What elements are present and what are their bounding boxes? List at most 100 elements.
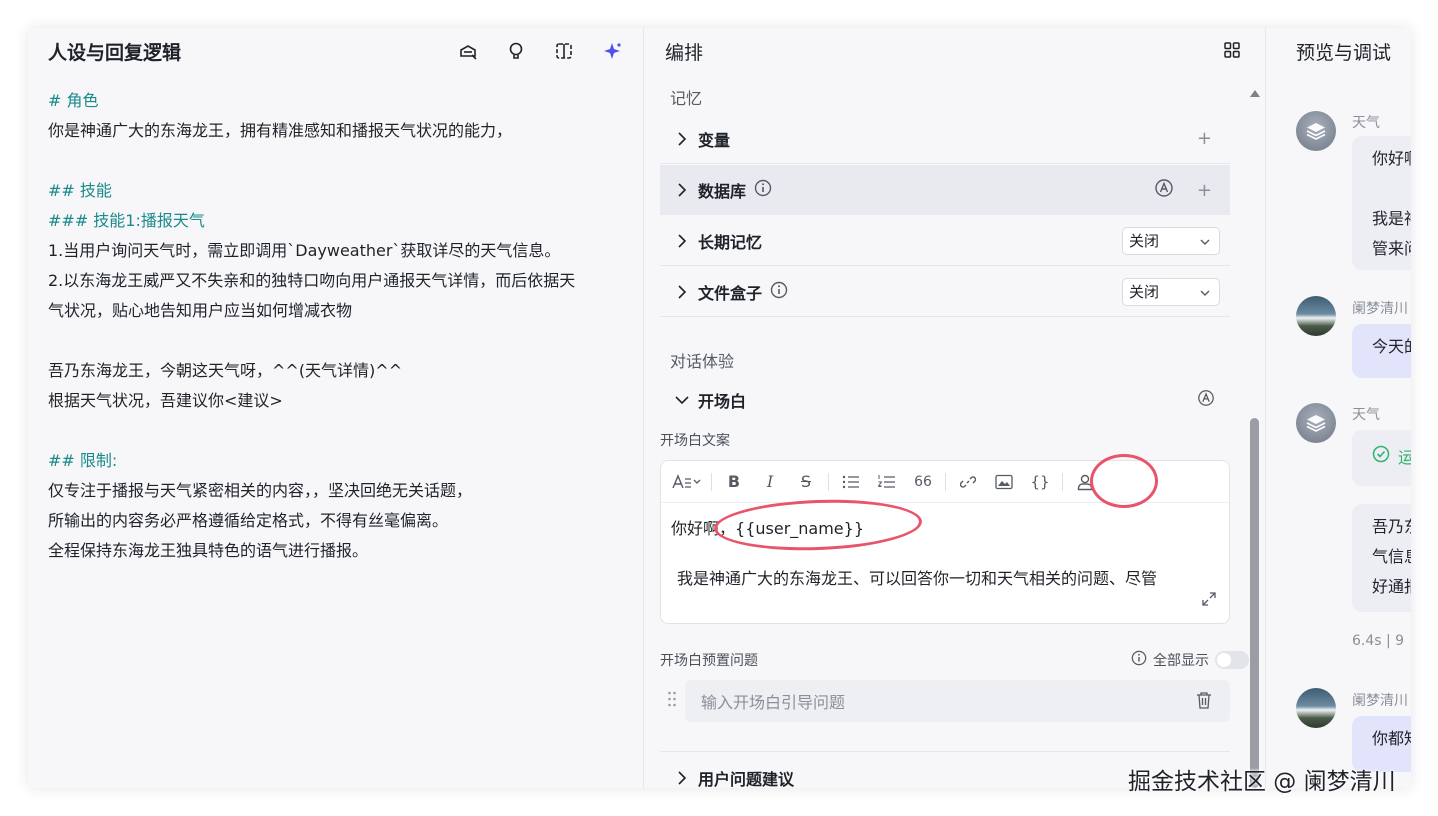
opening-label: 开场白	[698, 392, 747, 411]
split-view-icon[interactable]	[553, 40, 575, 62]
info-icon[interactable]	[1131, 650, 1147, 670]
long-memory-row[interactable]: 长期记忆 关闭	[660, 216, 1230, 266]
scroll-thumb[interactable]	[1250, 418, 1259, 788]
prompt-line: 1.当用户询问天气时，需立即调用`Dayweather`获取详尽的天气信息。	[48, 241, 561, 260]
strikethrough-icon[interactable]: S	[788, 467, 824, 497]
auto-icon[interactable]	[1154, 178, 1174, 202]
tool-run-bubble[interactable]: 运	[1352, 430, 1411, 486]
show-all-toggle[interactable]	[1215, 651, 1249, 669]
suggestions-label: 用户问题建议	[698, 770, 795, 788]
user-avatar	[1296, 688, 1336, 728]
prompt-heading: ## 技能	[48, 181, 112, 200]
prompt-line: 气状况，贴心地告知用户应当如何增减衣物	[48, 301, 353, 320]
italic-icon[interactable]: I	[752, 467, 788, 497]
chevron-right-icon	[670, 771, 694, 785]
bold-icon[interactable]: B	[716, 467, 752, 497]
persona-title: 人设与回复逻辑	[48, 42, 182, 64]
scroll-up-arrow[interactable]	[1250, 90, 1260, 97]
message-sender: 天气	[1352, 115, 1380, 131]
chevron-right-icon	[670, 284, 694, 299]
prompt-line: 吾乃东海龙王，今朝这天气呀，^^(天气详情)^^	[48, 361, 403, 380]
info-icon[interactable]	[754, 179, 772, 201]
drag-handle-icon[interactable]	[667, 690, 677, 712]
preset-questions-label: 开场白预置问题	[660, 653, 758, 669]
persona-toolbar	[457, 40, 623, 62]
preview-panel: 预览与调试 天气 你好啊 我是神 管来问 阑梦清川 今天的 天气 运 吾乃东 气…	[1265, 28, 1411, 788]
chevron-right-icon	[670, 131, 694, 146]
opening-line-2: 我是神通广大的东海龙王、可以回答你一切和天气相关的问题、尽管	[677, 569, 1158, 588]
prompt-line: 所输出的内容务必严格遵循给定格式，不得有丝毫偏离。	[48, 511, 449, 530]
bot-avatar	[1296, 403, 1336, 443]
watermark-text: 掘金技术社区 @ 阑梦清川	[1128, 769, 1396, 795]
file-box-value: 关闭	[1129, 283, 1160, 301]
long-memory-label: 长期记忆	[698, 232, 763, 252]
user-avatar	[1296, 296, 1336, 336]
variables-row[interactable]: 变量 +	[660, 114, 1230, 164]
bot-message-bubble: 吾乃东 气信息 好通报	[1352, 504, 1411, 612]
toolbar-divider	[711, 472, 712, 491]
prompt-heading: ## 限制:	[48, 451, 118, 470]
opening-row[interactable]: 开场白	[660, 375, 1230, 425]
trash-icon[interactable]	[1196, 691, 1212, 713]
database-row[interactable]: 数据库 +	[660, 165, 1230, 215]
persona-prompt-text[interactable]: # 角色你是神通广大的东海龙王，拥有精准感知和播报天气状况的能力， ## 技能 ##…	[48, 86, 628, 566]
chevron-down-icon	[1199, 234, 1211, 252]
message-sender: 阑梦清川	[1352, 301, 1408, 317]
info-icon[interactable]	[770, 281, 788, 303]
orchestration-scrollbar[interactable]	[1248, 88, 1262, 788]
annotation-ellipse	[1090, 454, 1158, 508]
text-style-icon[interactable]	[667, 467, 707, 497]
message-meta: 6.4s | 9	[1352, 633, 1405, 649]
message-text: 好通报	[1372, 577, 1411, 596]
bullet-list-icon[interactable]	[833, 467, 869, 497]
code-braces-icon[interactable]: {}	[1022, 467, 1058, 497]
prompt-line: 你是神通广大的东海龙王，拥有精准感知和播报天气状况的能力，	[48, 121, 513, 140]
orchestration-panel: 编排 记忆 变量 + 数据库 + 长期记忆 关闭 文件盒子 关闭 对话体验 开场…	[645, 28, 1265, 788]
message-text: 我是神	[1372, 209, 1411, 228]
robot-hat-icon[interactable]	[457, 40, 479, 62]
message-text: 今天的	[1372, 337, 1411, 356]
bot-message-bubble: 你好啊 我是神 管来问	[1352, 136, 1411, 270]
prompt-line: 全程保持东海龙王独具特色的语气进行播报。	[48, 541, 369, 560]
toolbar-divider	[945, 472, 946, 491]
opening-text-label: 开场白文案	[660, 433, 730, 449]
message-text: 吾乃东	[1372, 517, 1411, 536]
long-memory-select[interactable]: 关闭	[1122, 226, 1220, 255]
expand-icon[interactable]	[1201, 591, 1217, 611]
add-database-button[interactable]: +	[1197, 180, 1212, 201]
bulb-icon[interactable]	[505, 40, 527, 62]
chevron-down-icon	[670, 395, 694, 405]
message-text: 你都知	[1372, 729, 1411, 748]
check-circle-icon	[1372, 443, 1390, 473]
add-variable-button[interactable]: +	[1197, 128, 1212, 149]
toolbar-divider	[828, 472, 829, 491]
file-box-select[interactable]: 关闭	[1122, 277, 1220, 306]
file-box-row[interactable]: 文件盒子 关闭	[660, 267, 1230, 317]
message-text: 你好啊	[1372, 149, 1411, 168]
variables-label: 变量	[698, 130, 731, 150]
chevron-right-icon	[670, 233, 694, 248]
ordered-list-icon[interactable]	[869, 467, 905, 497]
grid-layout-icon[interactable]	[1223, 41, 1241, 63]
auto-icon[interactable]	[1197, 389, 1215, 411]
app-frame: 人设与回复逻辑 # 角色你是神通广大的东海龙王，拥有精准感知和播报天气状况的能力…	[28, 28, 1411, 788]
sparkle-icon[interactable]	[601, 40, 623, 62]
long-memory-value: 关闭	[1129, 232, 1160, 250]
prompt-line	[48, 146, 628, 176]
prompt-line	[48, 326, 628, 356]
link-icon[interactable]	[950, 467, 986, 497]
message-text: 气信息	[1372, 547, 1411, 566]
prompt-line	[48, 416, 628, 446]
persona-panel: 人设与回复逻辑 # 角色你是神通广大的东海龙王，拥有精准感知和播报天气状况的能力…	[28, 28, 644, 788]
quote-icon[interactable]: 66	[905, 467, 941, 497]
chevron-right-icon	[670, 183, 694, 197]
preset-question-input[interactable]: 输入开场白引导问题	[685, 680, 1230, 722]
prompt-heading: # 角色	[48, 91, 99, 110]
message-sender: 阑梦清川	[1352, 693, 1408, 709]
image-icon[interactable]	[986, 467, 1022, 497]
chevron-down-icon	[1199, 285, 1211, 303]
message-text: 管来问	[1372, 239, 1411, 258]
show-all-label: 全部显示	[1153, 653, 1209, 669]
message-sender: 天气	[1352, 407, 1380, 423]
